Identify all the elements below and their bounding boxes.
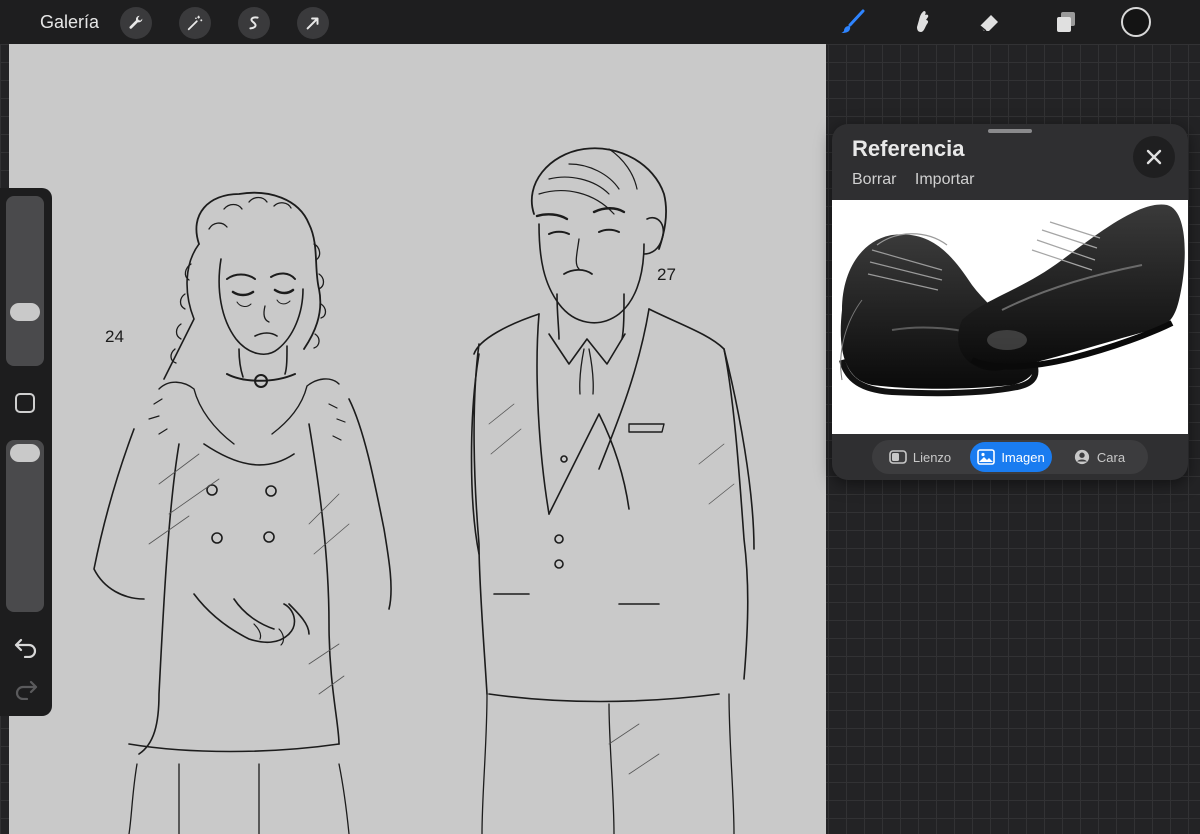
magic-wand-icon (187, 15, 203, 31)
selection-icon (249, 16, 259, 30)
eraser-icon (979, 15, 998, 32)
reference-actions: Borrar Importar (852, 171, 988, 189)
layers-button[interactable] (1050, 6, 1082, 38)
tab-canvas[interactable]: Lienzo (874, 442, 966, 472)
redo-icon[interactable] (13, 678, 39, 700)
canvas-icon (889, 450, 907, 464)
smudge-tool-button[interactable] (906, 6, 938, 38)
tab-image[interactable]: Imagen (970, 442, 1052, 472)
reference-title: Referencia (852, 136, 965, 161)
transform-arrow-icon (306, 17, 319, 30)
transform-button[interactable] (297, 7, 329, 39)
tab-canvas-label: Lienzo (912, 449, 952, 465)
left-sidebar (0, 188, 52, 716)
drawing-canvas[interactable]: 24 27 (9, 44, 826, 834)
brush-tool-button[interactable] (836, 6, 868, 38)
top-toolbar: Galería (0, 0, 1200, 44)
gallery-button[interactable]: Galería (40, 12, 99, 33)
shoes-illustration (839, 204, 1185, 397)
reference-panel: Referencia Borrar Importar Lienzo Imagen… (832, 124, 1188, 480)
reference-image (832, 200, 1188, 434)
undo-icon[interactable] (13, 636, 39, 658)
woman-figure (93, 191, 392, 834)
modify-button[interactable] (15, 393, 35, 413)
opacity-slider[interactable] (6, 440, 44, 612)
tab-image-label: Imagen (1001, 449, 1045, 465)
brush-size-slider[interactable] (6, 196, 44, 366)
panel-grabber[interactable] (988, 129, 1032, 133)
adjustments-button[interactable] (179, 7, 211, 39)
close-button[interactable] (1133, 136, 1175, 178)
image-icon (977, 449, 996, 465)
color-picker-button[interactable] (1121, 7, 1151, 37)
brush-size-thumb[interactable] (10, 303, 40, 321)
face-icon (1074, 449, 1090, 465)
clear-button[interactable]: Borrar (852, 171, 896, 188)
reference-tabs: Lienzo Imagen Cara (872, 440, 1148, 474)
age-label-right: 27 (657, 265, 676, 284)
import-button[interactable]: Importar (915, 171, 975, 188)
man-figure (470, 147, 755, 834)
age-label-left: 24 (105, 327, 124, 346)
selection-button[interactable] (238, 7, 270, 39)
sketch-artwork: 24 27 (93, 147, 755, 834)
eraser-tool-button[interactable] (973, 6, 1005, 38)
actions-button[interactable] (120, 7, 152, 39)
close-icon (1146, 149, 1162, 165)
layers-icon (1057, 12, 1075, 32)
brush-icon (841, 9, 865, 33)
wrench-icon (129, 15, 143, 29)
smudge-icon (917, 11, 929, 32)
tab-face-label: Cara (1096, 449, 1126, 465)
tab-face[interactable]: Cara (1056, 442, 1142, 472)
opacity-thumb[interactable] (10, 444, 40, 462)
